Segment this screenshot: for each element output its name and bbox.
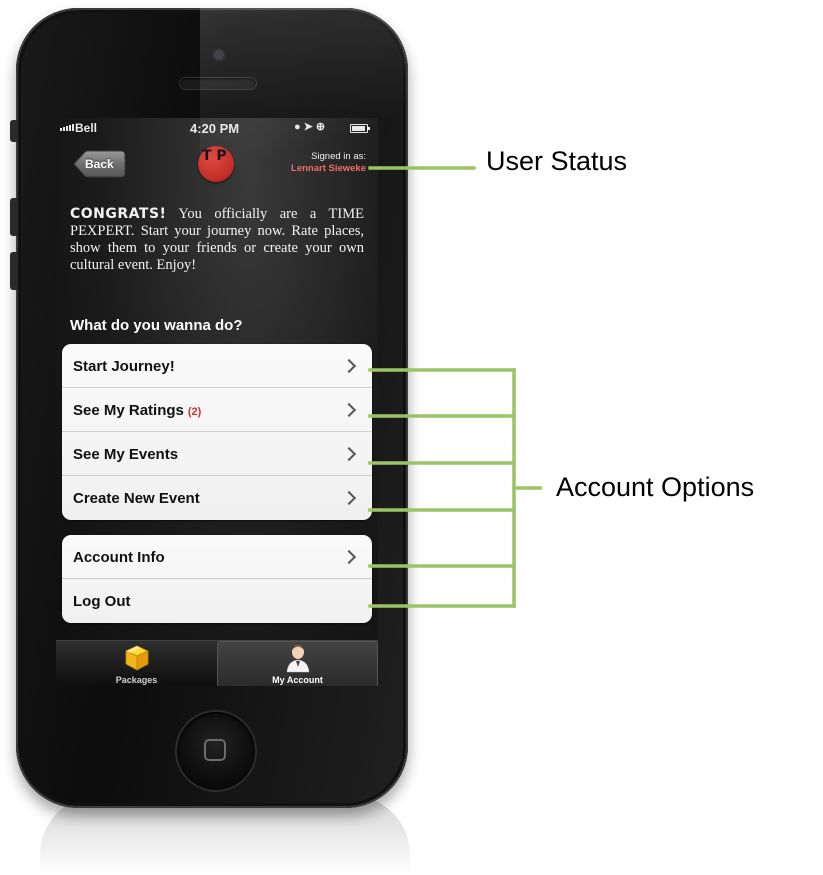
user-status-callout: User Status: [486, 146, 628, 176]
callout-connectors: [368, 166, 542, 608]
annotated-screenshot: Bell 4:20 PM ●➤⊕ Back T P Signed in as: …: [0, 0, 823, 875]
account-options-callout: Account Options: [556, 472, 755, 502]
